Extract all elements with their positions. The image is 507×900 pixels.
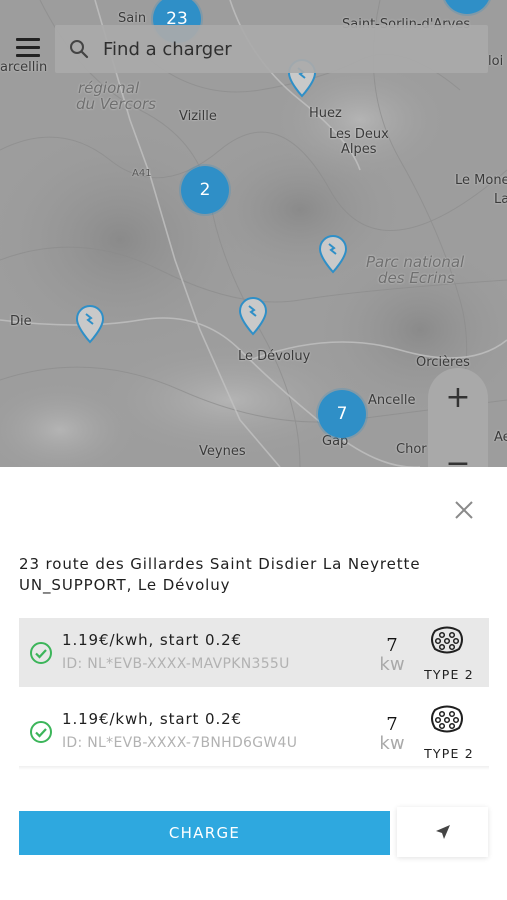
- map-label-la: La: [494, 192, 507, 207]
- connector-type: TYPE 2: [424, 667, 474, 682]
- charger-pin-icon[interactable]: [74, 304, 106, 344]
- connector-power-unit: kw: [379, 654, 405, 675]
- map-label-ae: Ae: [494, 430, 507, 445]
- charge-button[interactable]: CHARGE: [19, 811, 390, 855]
- map-label-vizille: Vizille: [179, 109, 217, 124]
- map-label-chor: Chor: [396, 442, 427, 457]
- type2-plug-icon: [431, 705, 463, 733]
- map-label-sain: Sain: [118, 11, 147, 26]
- close-icon[interactable]: [452, 498, 476, 522]
- map-label-a41: A41: [132, 168, 152, 179]
- map-label-des-ecrins: des Ecrins: [378, 269, 455, 287]
- connector-id: ID: NL*EVB-XXXX-MAVPKN355U: [62, 656, 290, 672]
- map-label-ancelle: Ancelle: [368, 393, 416, 408]
- map-label-die: Die: [10, 314, 32, 329]
- station-details-sheet: 23 route des Gillardes Saint Disdier La …: [0, 467, 507, 900]
- connector-type: TYPE 2: [424, 746, 474, 761]
- map-label-regional: régional: [78, 79, 140, 97]
- navigation-arrow-icon: [435, 825, 450, 839]
- connector-power-unit: kw: [379, 733, 405, 754]
- map-label-arcellin: arcellin: [0, 60, 48, 75]
- zoom-control: + −: [428, 368, 488, 467]
- map-label-loi: loi: [488, 54, 504, 69]
- map-label-les-deux: Les Deux: [329, 127, 389, 142]
- map-label-le-mone: Le Mone: [455, 173, 507, 188]
- map-label-parc-national: Parc national: [366, 253, 465, 271]
- check-circle-icon: [30, 642, 52, 664]
- navigate-button[interactable]: [397, 807, 488, 857]
- search-input[interactable]: [103, 38, 463, 60]
- connector-price: 1.19€/kwh, start 0.2€: [62, 631, 242, 649]
- connector-power: 7: [386, 714, 398, 735]
- zoom-out-button[interactable]: −: [428, 438, 488, 468]
- map-label-veynes: Veynes: [199, 444, 246, 459]
- connector-row[interactable]: 1.19€/kwh, start 0.2€ ID: NL*EVB-XXXX-7B…: [19, 697, 489, 766]
- cluster-marker[interactable]: 7: [318, 390, 366, 438]
- station-address: 23 route des Gillardes Saint Disdier La …: [19, 554, 489, 596]
- connector-row[interactable]: 1.19€/kwh, start 0.2€ ID: NL*EVB-XXXX-MA…: [19, 618, 489, 687]
- charger-pin-icon[interactable]: [317, 234, 349, 274]
- search-bar[interactable]: [55, 25, 488, 73]
- charger-pin-icon[interactable]: [237, 296, 269, 336]
- type2-plug-icon: [431, 626, 463, 654]
- divider: [19, 766, 489, 770]
- check-circle-icon: [30, 721, 52, 743]
- connector-power: 7: [386, 635, 398, 656]
- connector-price: 1.19€/kwh, start 0.2€: [62, 710, 242, 728]
- address-line-1: 23 route des Gillardes Saint Disdier La …: [19, 555, 421, 573]
- zoom-in-button[interactable]: +: [428, 372, 488, 422]
- map-label-alpes: Alpes: [341, 142, 377, 157]
- menu-icon[interactable]: [14, 38, 42, 62]
- map-label-le-devoluy: Le Dévoluy: [238, 349, 311, 364]
- search-icon: [70, 40, 89, 59]
- map-label-huez: Huez: [309, 106, 342, 121]
- connector-id: ID: NL*EVB-XXXX-7BNHD6GW4U: [62, 735, 298, 751]
- cluster-marker[interactable]: 2: [181, 166, 229, 214]
- map-label-du-vercors: du Vercors: [76, 95, 156, 113]
- address-line-2: UN_SUPPORT, Le Dévoluy: [19, 576, 231, 594]
